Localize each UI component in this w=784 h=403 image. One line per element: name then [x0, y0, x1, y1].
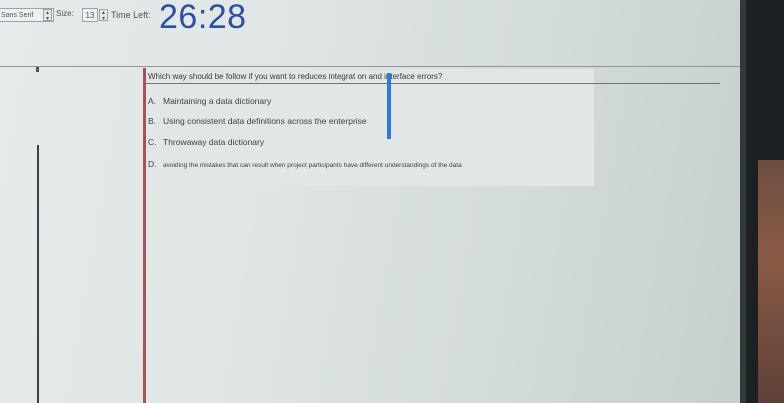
background-desk — [758, 160, 784, 403]
font-size-field[interactable]: 13 — [82, 8, 98, 22]
option-label: Maintaining a data dictionary — [163, 96, 272, 106]
time-left-label: Time Left: — [111, 10, 151, 20]
size-spinner-icon[interactable]: ▴ ▾ — [99, 9, 108, 22]
option-letter: D. — [148, 159, 157, 169]
option-label: Throwaway data dictionary — [163, 137, 265, 147]
monitor-bezel-edge — [740, 0, 746, 403]
text-cursor — [387, 73, 391, 139]
option-label: avoiding the mistakes that can result wh… — [163, 162, 462, 169]
question-text: Which way should be follow if you want t… — [148, 72, 443, 81]
option-c[interactable]: C. Throwaway data dictionary — [148, 137, 264, 147]
toolbar: Sans Serif ▴ ▾ Size: 13 ▴ ▾ Time Left: 26:… — [0, 0, 740, 40]
countdown-timer: 26:28 — [159, 0, 247, 36]
option-letter: C. — [148, 137, 157, 147]
size-label: Size: — [56, 9, 74, 18]
option-label: Using consistent data definitions across… — [163, 116, 367, 126]
option-a[interactable]: A. Maintaining a data dictionary — [148, 96, 271, 106]
option-letter: A. — [148, 96, 157, 106]
panel-scroll-track[interactable] — [37, 145, 39, 403]
navigation-panel — [0, 67, 144, 403]
exam-screen: Sans Serif ▴ ▾ Size: 13 ▴ ▾ Time Left: 26:… — [0, 0, 740, 403]
panel-tick — [36, 67, 39, 72]
font-spinner-icon[interactable]: ▴ ▾ — [43, 9, 52, 22]
question-underline — [146, 83, 720, 84]
option-d[interactable]: D. avoiding the mistakes that can result … — [148, 159, 462, 169]
option-letter: B. — [148, 116, 157, 126]
option-b[interactable]: B. Using consistent data definitions acro… — [148, 116, 367, 126]
